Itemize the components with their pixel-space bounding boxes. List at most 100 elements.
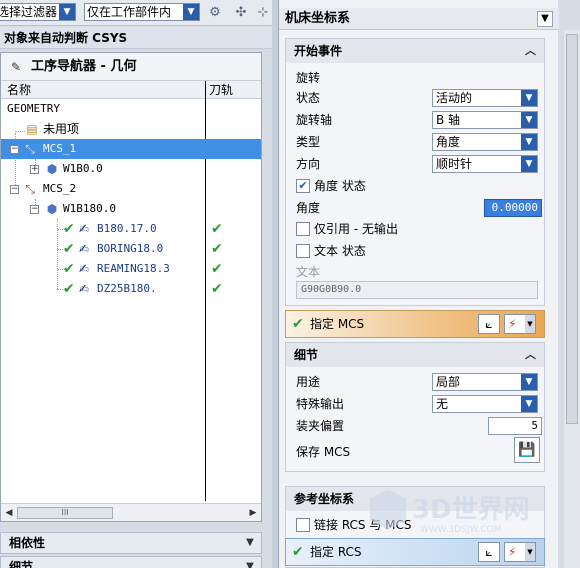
collapse-icon[interactable]: − — [10, 145, 19, 154]
tree-row-mcs-2[interactable]: − ⤡ MCS_2 — [1, 179, 261, 199]
tree-row-label: DZ25B180. — [97, 282, 157, 295]
chevron-down-icon: ▼ — [521, 90, 537, 106]
usage-value: 局部 — [436, 375, 461, 389]
state-label: 状态 — [296, 91, 321, 105]
axis-select[interactable]: B 轴 ▼ — [432, 111, 538, 129]
save-mcs-label: 保存 MCS — [296, 445, 351, 459]
check-icon: ✔ — [292, 544, 304, 560]
column-name[interactable]: 名称 — [7, 81, 31, 99]
csys-type-button[interactable]: ⚡ ▼ — [504, 542, 536, 562]
tree-row-operation[interactable]: ✔ ✍ DZ25B180. ✔ — [1, 279, 261, 299]
navigator-title-bar: ✎ 工序导航器 - 几何 — [1, 53, 261, 81]
save-icon[interactable]: 💾 — [514, 437, 540, 463]
specify-mcs-label: 指定 MCS — [310, 317, 365, 331]
chevron-down-icon[interactable]: ▼ — [243, 536, 257, 550]
top-toolbar: 选择过滤器 ▼ 仅在工作部件内 ▼ ⚙ ✣ ⊹ — [0, 0, 272, 26]
node-icon[interactable]: ⊹ — [254, 4, 272, 22]
details-header[interactable]: 细节 ︿ — [286, 343, 544, 367]
tree-row-w1b0[interactable]: + ⬢ W1B0.0 — [1, 159, 261, 179]
tree-row-geometry[interactable]: GEOMETRY — [1, 99, 261, 119]
scroll-left-icon[interactable]: ◀ — [2, 506, 16, 520]
operation-navigator: ✎ 工序导航器 - 几何 名称 刀轨 GEOMETRY ▤ 未用项 − ⤡ MC… — [0, 52, 262, 522]
state-value: 活动的 — [436, 91, 473, 105]
direction-select[interactable]: 顺时针 ▼ — [432, 155, 538, 173]
chevron-down-icon: ▼ — [59, 4, 75, 20]
operation-icon: ✍ — [79, 282, 90, 296]
text-input[interactable]: G90G0B90.0 — [296, 281, 538, 299]
mcs-icon: ⤡ — [25, 142, 35, 156]
details-section: 细节 ︿ 用途 局部 ▼ 特殊输出 无 ▼ 装夹偏置 5 保存 MCS 💾 — [285, 342, 545, 472]
link-rcs-checkbox[interactable] — [296, 518, 310, 532]
tree-row-label: W1B0.0 — [63, 162, 103, 175]
chevron-down-icon: ▼ — [183, 4, 199, 20]
csys-dialog-icon[interactable]: ⟀ — [478, 314, 500, 334]
dialog-scrollbar[interactable] — [564, 30, 580, 568]
specify-rcs-bar[interactable]: ✔ 指定 RCS ⟀ ⚡ ▼ — [285, 538, 545, 566]
ref-csys-header[interactable]: 参考坐标系 — [286, 487, 544, 511]
type-select[interactable]: 角度 ▼ — [432, 133, 538, 151]
state-select[interactable]: 活动的 ▼ — [432, 89, 538, 107]
text-state-checkbox[interactable] — [296, 244, 310, 258]
angle-state-checkbox[interactable]: ✔ — [296, 179, 310, 193]
text-state-label: 文本 状态 — [314, 244, 366, 258]
operation-icon: ✍ — [79, 222, 90, 236]
workpiece-icon: ⬢ — [46, 162, 58, 176]
specify-mcs-bar[interactable]: ✔ 指定 MCS ⟀ ⚡ ▼ — [285, 310, 545, 338]
collapse-icon[interactable]: − — [30, 205, 39, 214]
scope-select[interactable]: 仅在工作部件内 ▼ — [84, 3, 200, 21]
start-event-header[interactable]: 开始事件 ︿ — [286, 39, 544, 63]
chevron-down-icon: ▼ — [521, 112, 537, 128]
details-label: 细节 — [9, 560, 34, 568]
mcs-icon: ⤡ — [25, 182, 35, 196]
fixture-offset-input[interactable]: 5 — [488, 417, 542, 435]
column-toolpath[interactable]: 刀轨 — [209, 81, 233, 99]
type-value: 角度 — [436, 135, 461, 149]
chevron-down-icon: ▼ — [521, 156, 537, 172]
chevron-up-icon[interactable]: ︿ — [525, 39, 536, 63]
usage-select[interactable]: 局部 ▼ — [432, 373, 538, 391]
angle-input[interactable]: 0.00000 — [484, 199, 542, 217]
special-output-select[interactable]: 无 ▼ — [432, 395, 538, 413]
ref-only-checkbox[interactable] — [296, 222, 310, 236]
mcs-dialog: 机床坐标系 ▼ 开始事件 ︿ 旋转 状态 活动的 ▼ 旋转轴 B 轴 ▼ 类型 … — [278, 0, 559, 568]
fixture-offset-label: 装夹偏置 — [296, 419, 345, 433]
tree-row-operation[interactable]: ✔ ✍ BORING18.0 ✔ — [1, 239, 261, 259]
tree-row-mcs-1[interactable]: − ⤡ MCS_1 — [1, 139, 261, 159]
chevron-up-icon[interactable]: ︿ — [525, 343, 536, 367]
details-title: 细节 — [294, 348, 319, 362]
scroll-thumb[interactable]: III — [17, 507, 113, 519]
toolpath-check-icon: ✔ — [211, 261, 223, 277]
tree-row-operation[interactable]: ✔ ✍ REAMING18.3 ✔ — [1, 259, 261, 279]
tree-row-w1b180[interactable]: − ⬢ W1B180.0 — [1, 199, 261, 219]
scroll-right-icon[interactable]: ▶ — [246, 506, 260, 520]
dependency-section-bar[interactable]: 相依性 ▼ — [0, 532, 262, 554]
chevron-down-icon: ▼ — [525, 543, 535, 561]
check-icon: ✔ — [63, 281, 75, 297]
tree-row-label: REAMING18.3 — [97, 262, 170, 275]
tree-row-operation[interactable]: ✔ ✍ B180.17.0 ✔ — [1, 219, 261, 239]
pin-icon[interactable]: ✎ — [11, 53, 21, 81]
filter-select[interactable]: 选择过滤器 ▼ — [0, 3, 76, 21]
horizontal-scrollbar[interactable]: ◀ III ▶ — [1, 503, 261, 521]
collapse-icon[interactable]: − — [10, 185, 19, 194]
tree-row-unused[interactable]: ▤ 未用项 — [1, 119, 261, 139]
details-section-bar[interactable]: 细节 ▼ — [0, 556, 262, 568]
csys-dialog-icon[interactable]: ⟀ — [478, 542, 500, 562]
snap-point-icon[interactable]: ✣ — [232, 4, 250, 22]
expand-icon[interactable]: + — [30, 165, 39, 174]
dialog-scroll-thumb[interactable] — [566, 34, 578, 424]
start-event-section: 开始事件 ︿ 旋转 状态 活动的 ▼ 旋转轴 B 轴 ▼ 类型 角度 ▼ 方向 … — [285, 38, 545, 306]
text-label: 文本 — [296, 265, 321, 279]
tree-row-label: 未用项 — [43, 122, 80, 136]
chevron-down-icon[interactable]: ▼ — [243, 560, 257, 568]
dialog-title-bar: 机床坐标系 ▼ — [279, 8, 559, 30]
angle-state-label: 角度 状态 — [314, 179, 366, 193]
toolpath-check-icon: ✔ — [211, 221, 223, 237]
collapse-dialog-icon[interactable]: ▼ — [537, 11, 553, 27]
direction-value: 顺时针 — [436, 157, 473, 171]
chevron-down-icon: ▼ — [525, 315, 535, 333]
csys-type-button[interactable]: ⚡ ▼ — [504, 314, 536, 334]
filter-select-label: 选择过滤器 — [0, 5, 58, 19]
tree-row-label: B180.17.0 — [97, 222, 157, 235]
select-all-icon[interactable]: ⚙ — [206, 4, 224, 22]
